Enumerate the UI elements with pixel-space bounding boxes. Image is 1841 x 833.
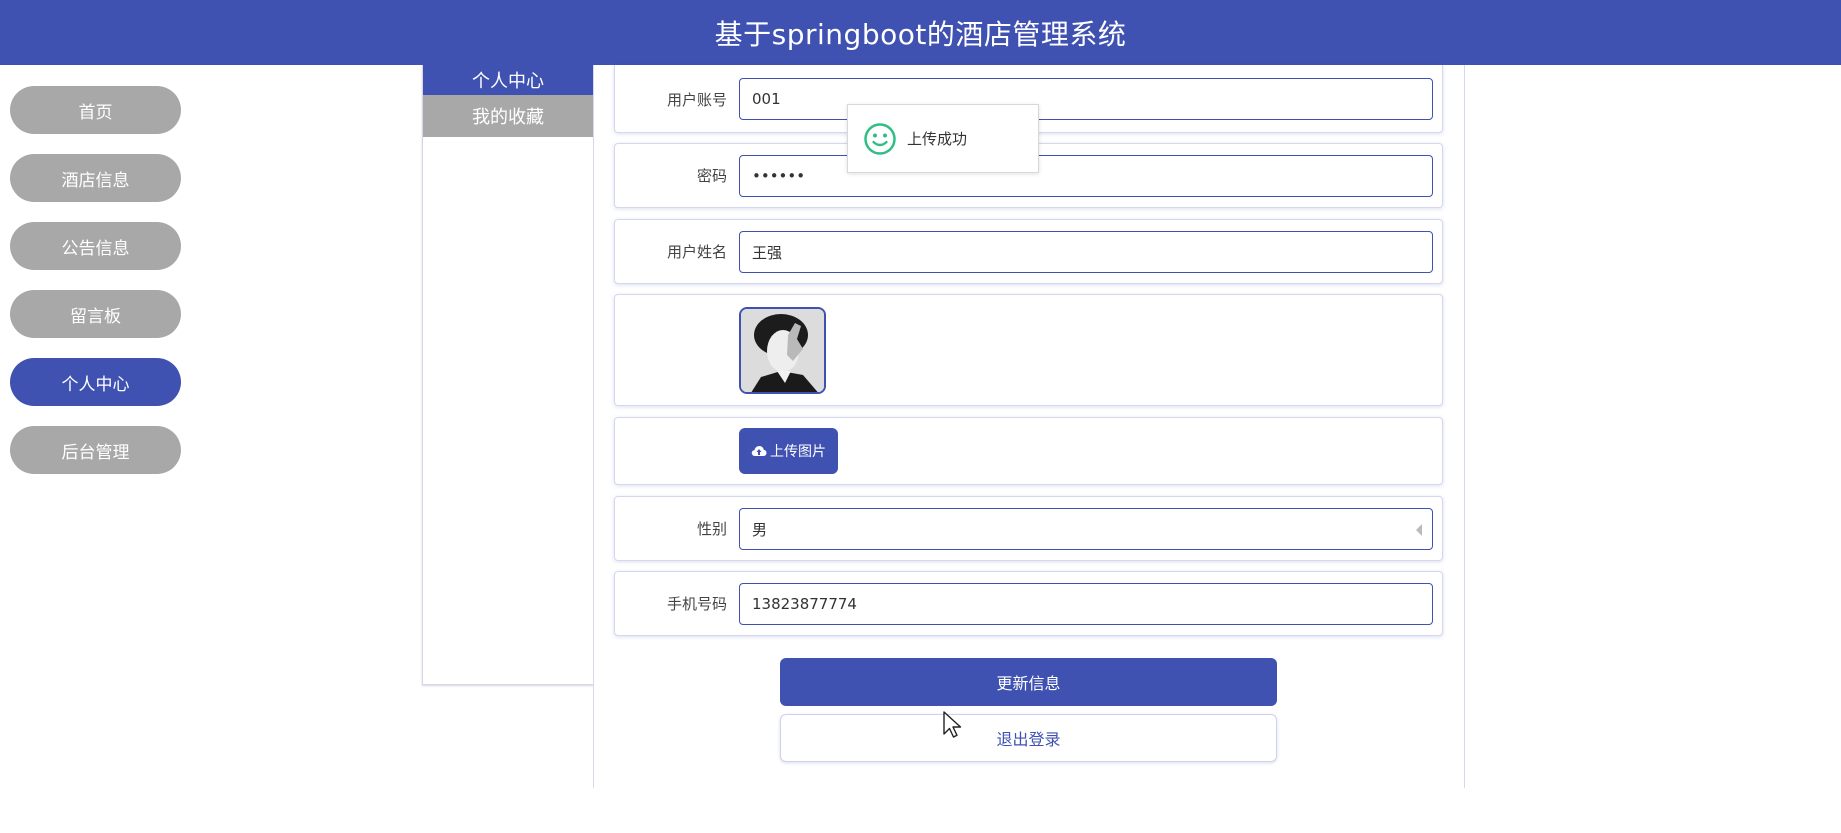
nav-item-hotel-info[interactable]: 酒店信息 [10,154,181,202]
cloud-upload-icon [751,446,767,456]
nav-item-admin[interactable]: 后台管理 [10,426,181,474]
phone-label: 手机号码 [666,595,727,613]
update-button-label: 更新信息 [996,674,1061,693]
submenu-item-personal-center[interactable]: 个人中心 [423,65,593,95]
form-row-name: 用户姓名 王强 [614,219,1443,284]
nav-item-personal-center[interactable]: 个人中心 [10,358,181,406]
form-row-avatar [614,294,1443,406]
nav-item-label: 首页 [78,102,113,123]
avatar-image [739,307,826,394]
upload-image-button[interactable]: 上传图片 [739,428,838,474]
caret-left-icon [1416,524,1422,536]
form-row-gender: 性别 男 [614,496,1443,561]
submenu-panel: 个人中心 我的收藏 [422,65,594,685]
upload-success-toast: 上传成功 [847,104,1039,173]
profile-form: 用户账号 001 密码 •••••• 用户姓名 王强 上传图片 性别 男 手机号… [593,65,1465,788]
mouse-cursor-icon [943,711,962,738]
submenu-item-favorites[interactable]: 我的收藏 [423,95,593,137]
header-bar: 基于springboot的酒店管理系统 [0,0,1841,65]
submenu-item-label: 个人中心 [472,71,544,92]
form-row-phone: 手机号码 13823877774 [614,571,1443,636]
account-input[interactable]: 001 [739,78,1433,120]
nav-item-announcements[interactable]: 公告信息 [10,222,181,270]
nav-item-label: 酒店信息 [61,170,130,191]
nav-item-home[interactable]: 首页 [10,86,181,134]
app-page: 基于springboot的酒店管理系统 首页 酒店信息 公告信息 留言板 个人中… [0,0,1841,833]
gender-label: 性别 [696,520,727,538]
gender-value: 男 [752,520,768,539]
password-input[interactable]: •••••• [739,155,1433,197]
form-row-upload: 上传图片 [614,417,1443,485]
update-info-button[interactable]: 更新信息 [780,658,1277,706]
account-label: 用户账号 [666,91,727,109]
name-label: 用户姓名 [666,243,727,261]
logout-button[interactable]: 退出登录 [780,714,1277,762]
account-value: 001 [752,90,781,108]
portrait-image [741,309,824,392]
nav-item-label: 公告信息 [61,238,130,259]
nav-item-message-board[interactable]: 留言板 [10,290,181,338]
logout-button-label: 退出登录 [996,730,1061,749]
phone-input[interactable]: 13823877774 [739,583,1433,625]
nav-item-label: 后台管理 [61,442,130,463]
toast-message: 上传成功 [907,130,968,148]
smiley-icon [864,122,896,155]
submenu-item-label: 我的收藏 [472,107,544,128]
app-title: 基于springboot的酒店管理系统 [714,17,1127,51]
gender-select[interactable]: 男 [739,508,1433,550]
name-value: 王强 [752,243,783,262]
nav-item-label: 个人中心 [61,374,130,395]
phone-value: 13823877774 [752,595,857,613]
password-value: •••••• [752,167,806,185]
upload-button-label: 上传图片 [770,444,826,460]
password-label: 密码 [696,167,727,185]
nav-item-label: 留言板 [70,306,121,327]
name-input[interactable]: 王强 [739,231,1433,273]
